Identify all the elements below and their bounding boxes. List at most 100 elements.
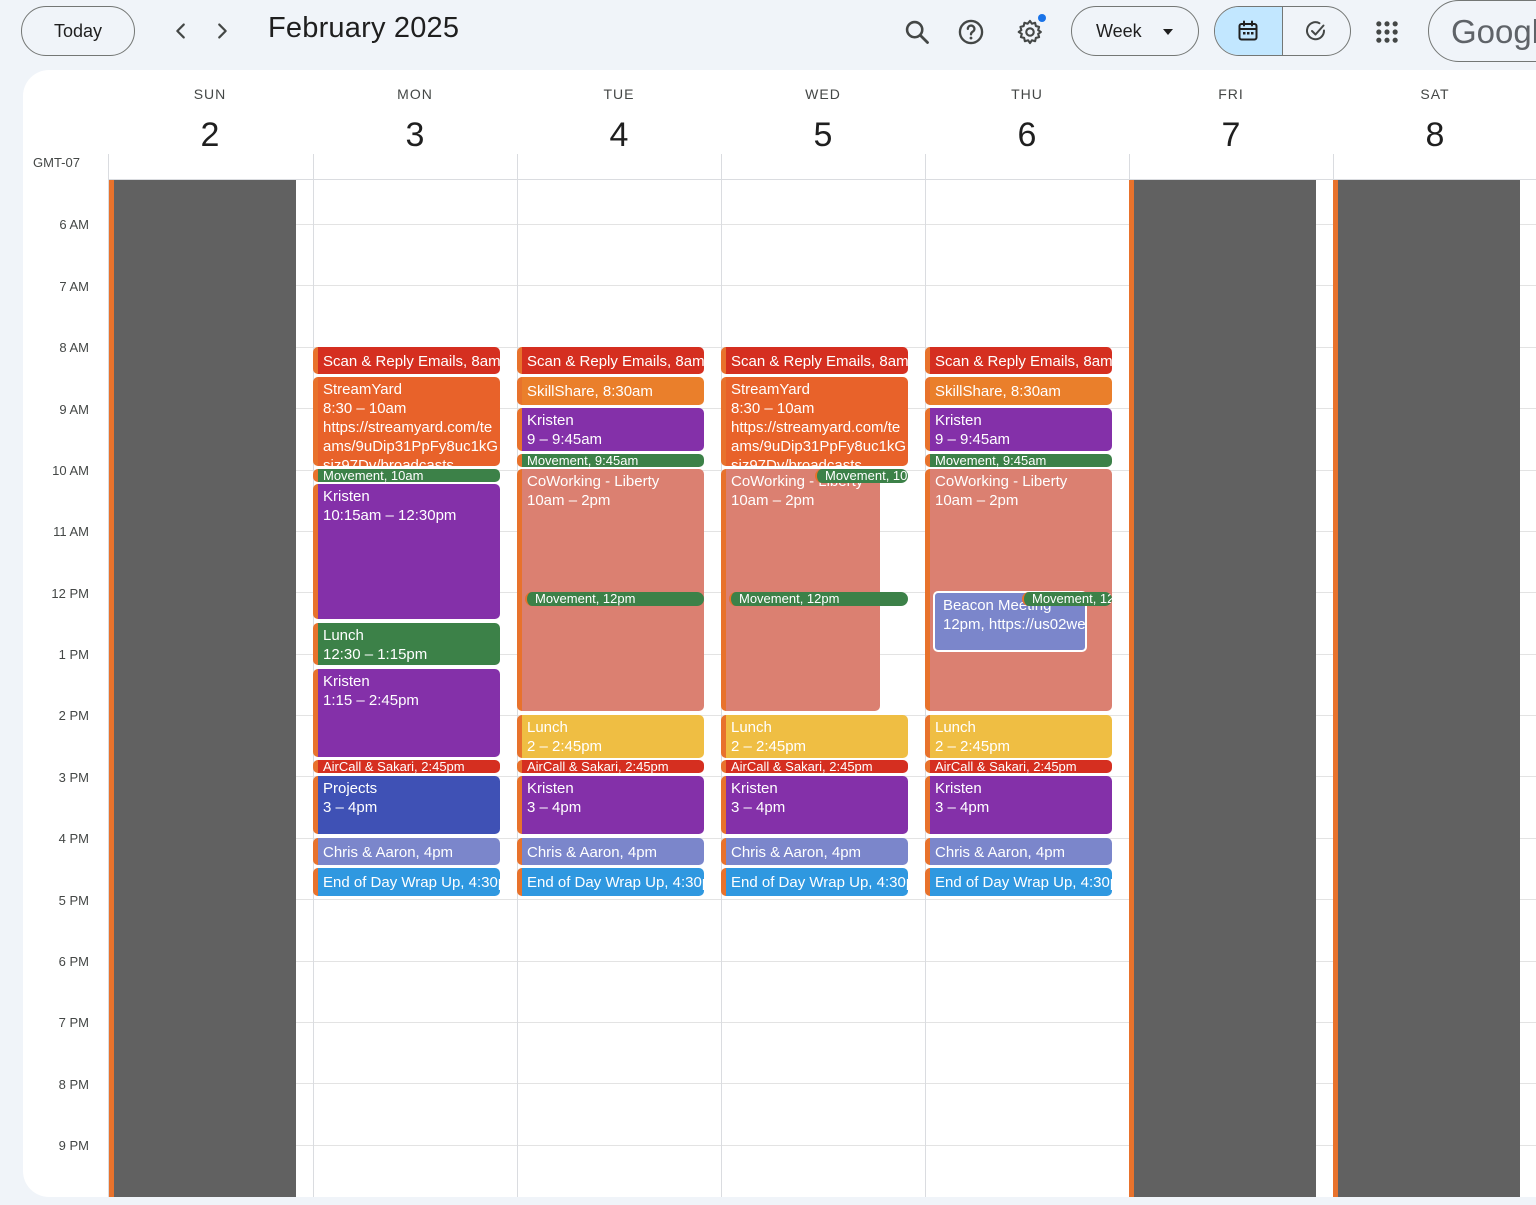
hour-label: 9 PM bbox=[58, 1138, 89, 1153]
event-title: SkillShare, 8:30am bbox=[935, 383, 1061, 400]
event-title: Kristen bbox=[731, 780, 778, 797]
event-movement[interactable]: Movement, 10am bbox=[815, 469, 908, 483]
event-end-of-day-wrap-up[interactable]: End of Day Wrap Up, 4:30pm bbox=[721, 868, 908, 896]
blocked-day-sat[interactable] bbox=[1333, 180, 1520, 1197]
day-number[interactable]: 3 bbox=[313, 116, 517, 155]
day-name: SUN bbox=[193, 86, 227, 102]
event-end-of-day-wrap-up[interactable]: End of Day Wrap Up, 4:30pm bbox=[313, 868, 500, 896]
event-lunch[interactable]: Lunch 12:30 – 1:15pm bbox=[313, 623, 500, 665]
event-coworking-liberty[interactable]: CoWorking - Liberty 10am – 2pm bbox=[925, 469, 1112, 711]
calendar-view-button[interactable] bbox=[1215, 7, 1283, 55]
hour-gridline bbox=[108, 899, 1536, 900]
calendar-tasks-toggle bbox=[1214, 6, 1351, 56]
event-title: Lunch bbox=[731, 719, 772, 736]
next-week-button[interactable] bbox=[205, 14, 239, 48]
top-toolbar: Today February 2025 Week Google bbox=[0, 0, 1536, 64]
event-aircall-sakari[interactable]: AirCall & Sakari, 2:45pm bbox=[517, 760, 704, 773]
event-title: CoWorking - Liberty bbox=[935, 473, 1068, 490]
help-button[interactable] bbox=[949, 10, 993, 54]
gear-icon bbox=[1017, 19, 1042, 45]
event-aircall-sakari[interactable]: AirCall & Sakari, 2:45pm bbox=[925, 760, 1112, 773]
header-divider bbox=[1333, 154, 1334, 180]
hour-label: 6 PM bbox=[58, 954, 89, 969]
event-movement[interactable]: Movement, 10am bbox=[313, 469, 500, 482]
today-button[interactable]: Today bbox=[21, 6, 135, 56]
chevron-right-icon bbox=[218, 23, 227, 39]
event-title: Lunch bbox=[527, 719, 568, 736]
event-lunch[interactable]: Lunch 2 – 2:45pm bbox=[925, 715, 1112, 758]
event-scan-reply-emails[interactable]: Scan & Reply Emails, 8am bbox=[313, 347, 500, 374]
event-scan-reply-emails[interactable]: Scan & Reply Emails, 8am bbox=[925, 347, 1112, 374]
event-movement[interactable]: Movement, 12pm bbox=[525, 592, 704, 606]
blocked-day-fri[interactable] bbox=[1129, 180, 1316, 1197]
search-button[interactable] bbox=[895, 10, 939, 54]
event-chris-aaron[interactable]: Chris & Aaron, 4pm bbox=[517, 838, 704, 865]
apps-grid-icon bbox=[1376, 21, 1398, 43]
hour-label: 5 PM bbox=[58, 893, 89, 908]
event-title: Movement, 12pm bbox=[1032, 592, 1112, 606]
day-number[interactable]: 7 bbox=[1129, 116, 1333, 155]
event-end-of-day-wrap-up[interactable]: End of Day Wrap Up, 4:30pm bbox=[925, 868, 1112, 896]
event-link: https://streamyard.com/teams/9uDip31PpFy… bbox=[731, 419, 907, 466]
help-icon bbox=[958, 19, 984, 45]
hour-label: 10 AM bbox=[52, 463, 89, 478]
view-selector[interactable]: Week bbox=[1071, 6, 1199, 56]
event-chris-aaron[interactable]: Chris & Aaron, 4pm bbox=[313, 838, 500, 865]
event-coworking-liberty[interactable]: CoWorking - Liberty 10am – 2pm bbox=[517, 469, 704, 711]
event-scan-reply-emails[interactable]: Scan & Reply Emails, 8am bbox=[517, 347, 704, 374]
day-name: MON bbox=[397, 86, 433, 102]
day-number[interactable]: 5 bbox=[721, 116, 925, 155]
event-skillshare[interactable]: SkillShare, 8:30am bbox=[517, 377, 704, 405]
event-kristen[interactable]: Kristen 3 – 4pm bbox=[517, 776, 704, 834]
event-streamyard[interactable]: StreamYard 8:30 – 10am https://streamyar… bbox=[721, 377, 908, 466]
hour-label: 7 AM bbox=[59, 279, 89, 294]
header-divider-line bbox=[108, 179, 1536, 180]
event-time: 3 – 4pm bbox=[731, 799, 786, 816]
day-number[interactable]: 2 bbox=[108, 116, 312, 155]
event-kristen[interactable]: Kristen 3 – 4pm bbox=[925, 776, 1112, 834]
google-apps-button[interactable] bbox=[1365, 10, 1409, 54]
event-coworking-liberty[interactable]: CoWorking - Liberty 10am – 2pm bbox=[721, 469, 880, 711]
event-kristen[interactable]: Kristen 3 – 4pm bbox=[721, 776, 908, 834]
event-kristen[interactable]: Kristen 9 – 9:45am bbox=[925, 408, 1112, 451]
event-kristen[interactable]: Kristen 9 – 9:45am bbox=[517, 408, 704, 451]
settings-button[interactable] bbox=[1008, 10, 1052, 54]
event-title: StreamYard bbox=[731, 381, 810, 398]
event-aircall-sakari[interactable]: AirCall & Sakari, 2:45pm bbox=[721, 760, 908, 773]
day-number[interactable]: 8 bbox=[1333, 116, 1536, 155]
event-chris-aaron[interactable]: Chris & Aaron, 4pm bbox=[721, 838, 908, 865]
blocked-day-sun[interactable] bbox=[109, 180, 296, 1197]
event-title: CoWorking - Liberty bbox=[527, 473, 660, 490]
event-movement[interactable]: Movement, 12pm bbox=[1022, 592, 1112, 606]
event-title: Kristen bbox=[935, 780, 982, 797]
hour-gridline bbox=[108, 224, 1536, 225]
event-streamyard[interactable]: StreamYard 8:30 – 10am https://streamyar… bbox=[313, 377, 500, 466]
tasks-view-button[interactable] bbox=[1283, 7, 1351, 55]
event-time: 3 – 4pm bbox=[935, 799, 990, 816]
event-movement[interactable]: Movement, 12pm bbox=[729, 592, 908, 606]
event-movement[interactable]: Movement, 9:45am bbox=[925, 454, 1112, 467]
event-chris-aaron[interactable]: Chris & Aaron, 4pm bbox=[925, 838, 1112, 865]
event-aircall-sakari[interactable]: AirCall & Sakari, 2:45pm bbox=[313, 760, 500, 773]
hour-gridline bbox=[108, 1083, 1536, 1084]
event-time: 2 – 2:45pm bbox=[731, 738, 807, 755]
event-scan-reply-emails[interactable]: Scan & Reply Emails, 8am bbox=[721, 347, 908, 374]
event-end-of-day-wrap-up[interactable]: End of Day Wrap Up, 4:30pm bbox=[517, 868, 704, 896]
header-divider bbox=[1129, 154, 1130, 180]
event-title: AirCall & Sakari, 2:45pm bbox=[731, 760, 873, 773]
month-title: February 2025 bbox=[268, 12, 460, 44]
previous-week-button[interactable] bbox=[164, 14, 198, 48]
event-lunch[interactable]: Lunch 2 – 2:45pm bbox=[721, 715, 908, 758]
hour-label: 2 PM bbox=[58, 708, 89, 723]
event-projects[interactable]: Projects 3 – 4pm bbox=[313, 776, 500, 834]
event-skillshare[interactable]: SkillShare, 8:30am bbox=[925, 377, 1112, 405]
account-button[interactable]: Google bbox=[1428, 0, 1536, 62]
event-lunch[interactable]: Lunch 2 – 2:45pm bbox=[517, 715, 704, 758]
event-title: Movement, 12pm bbox=[739, 592, 840, 606]
event-kristen[interactable]: Kristen 1:15 – 2:45pm bbox=[313, 669, 500, 757]
event-title: Kristen bbox=[527, 412, 574, 429]
day-number[interactable]: 6 bbox=[925, 116, 1129, 155]
event-movement[interactable]: Movement, 9:45am bbox=[517, 454, 704, 467]
event-kristen[interactable]: Kristen 10:15am – 12:30pm bbox=[313, 484, 500, 619]
day-number[interactable]: 4 bbox=[517, 116, 721, 155]
